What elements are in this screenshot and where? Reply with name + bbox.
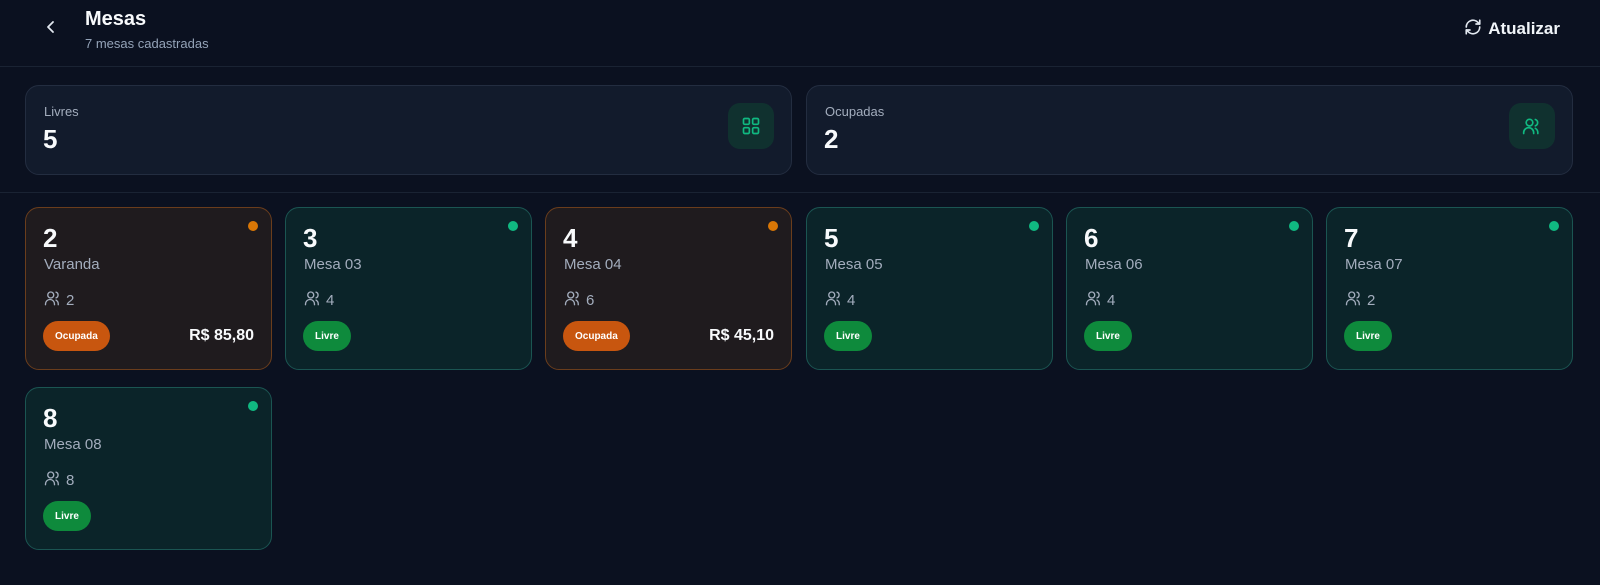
status-badge: Livre — [43, 501, 91, 531]
table-seats: 4 — [825, 289, 855, 311]
users-icon — [44, 469, 62, 491]
occupied-tables-label: Ocupadas — [825, 104, 885, 119]
table-number: 2 — [43, 223, 58, 253]
table-card[interactable]: 5 Mesa 05 4 Livre — [806, 207, 1053, 370]
table-card[interactable]: 8 Mesa 08 8 Livre — [25, 387, 272, 550]
status-badge: Livre — [1344, 321, 1392, 351]
refresh-icon — [1464, 18, 1482, 41]
free-tables-label: Livres — [44, 104, 79, 119]
seats-count: 2 — [66, 291, 75, 309]
occupied-tables-card: Ocupadas 2 — [806, 85, 1573, 175]
table-number: 3 — [303, 223, 318, 253]
table-name: Mesa 08 — [44, 436, 102, 453]
users-icon — [304, 289, 322, 311]
chevron-left-icon — [44, 20, 58, 39]
status-dot — [508, 221, 518, 231]
grid-icon — [728, 103, 774, 149]
free-tables-count: 5 — [43, 124, 58, 154]
users-icon — [1085, 289, 1103, 311]
table-number: 7 — [1344, 223, 1359, 253]
table-name: Mesa 03 — [304, 256, 362, 273]
status-badge: Livre — [303, 321, 351, 351]
status-dot — [1549, 221, 1559, 231]
table-amount: R$ 45,10 — [709, 327, 774, 344]
table-name: Mesa 05 — [825, 256, 883, 273]
table-seats: 4 — [304, 289, 334, 311]
tables-grid: 2 Varanda 2 Ocupada R$ 85,80 3 Mesa 03 4… — [0, 193, 1600, 585]
users-icon — [825, 289, 843, 311]
occupied-tables-count: 2 — [824, 124, 839, 154]
table-card[interactable]: 6 Mesa 06 4 Livre — [1066, 207, 1313, 370]
seats-count: 6 — [586, 291, 595, 309]
free-tables-card: Livres 5 — [25, 85, 792, 175]
table-number: 6 — [1084, 223, 1099, 253]
table-name: Mesa 04 — [564, 256, 622, 273]
table-amount: R$ 85,80 — [189, 327, 254, 344]
status-dot — [248, 221, 258, 231]
users-icon — [1509, 103, 1555, 149]
table-number: 4 — [563, 223, 578, 253]
seats-count: 4 — [847, 291, 856, 309]
page-subtitle: 7 mesas cadastradas — [85, 36, 209, 51]
refresh-label: Atualizar — [1488, 19, 1560, 38]
status-badge: Livre — [1084, 321, 1132, 351]
status-badge: Livre — [824, 321, 872, 351]
table-card[interactable]: 4 Mesa 04 6 Ocupada R$ 45,10 — [545, 207, 792, 370]
seats-count: 2 — [1367, 291, 1376, 309]
table-card[interactable]: 7 Mesa 07 2 Livre — [1326, 207, 1573, 370]
seats-count: 4 — [326, 291, 335, 309]
table-seats: 8 — [44, 469, 74, 491]
status-dot — [768, 221, 778, 231]
table-name: Mesa 06 — [1085, 256, 1143, 273]
status-dot — [1289, 221, 1299, 231]
table-seats: 2 — [44, 289, 74, 311]
table-number: 5 — [824, 223, 839, 253]
back-button[interactable] — [36, 14, 66, 44]
refresh-button[interactable]: Atualizar — [1454, 12, 1570, 46]
table-seats: 4 — [1085, 289, 1115, 311]
status-dot — [248, 401, 258, 411]
stats-section: Livres 5 Ocupadas 2 — [0, 67, 1600, 193]
seats-count: 4 — [1107, 291, 1116, 309]
status-dot — [1029, 221, 1039, 231]
page-header: Mesas 7 mesas cadastradas Atualizar — [0, 0, 1600, 67]
seats-count: 8 — [66, 471, 75, 489]
table-card[interactable]: 3 Mesa 03 4 Livre — [285, 207, 532, 370]
page-title: Mesas — [85, 8, 147, 30]
users-icon — [564, 289, 582, 311]
users-icon — [44, 289, 62, 311]
status-badge: Ocupada — [563, 321, 630, 351]
table-name: Varanda — [44, 256, 100, 273]
users-icon — [1345, 289, 1363, 311]
table-seats: 2 — [1345, 289, 1375, 311]
table-number: 8 — [43, 403, 58, 433]
table-name: Mesa 07 — [1345, 256, 1403, 273]
status-badge: Ocupada — [43, 321, 110, 351]
table-card[interactable]: 2 Varanda 2 Ocupada R$ 85,80 — [25, 207, 272, 370]
table-seats: 6 — [564, 289, 594, 311]
